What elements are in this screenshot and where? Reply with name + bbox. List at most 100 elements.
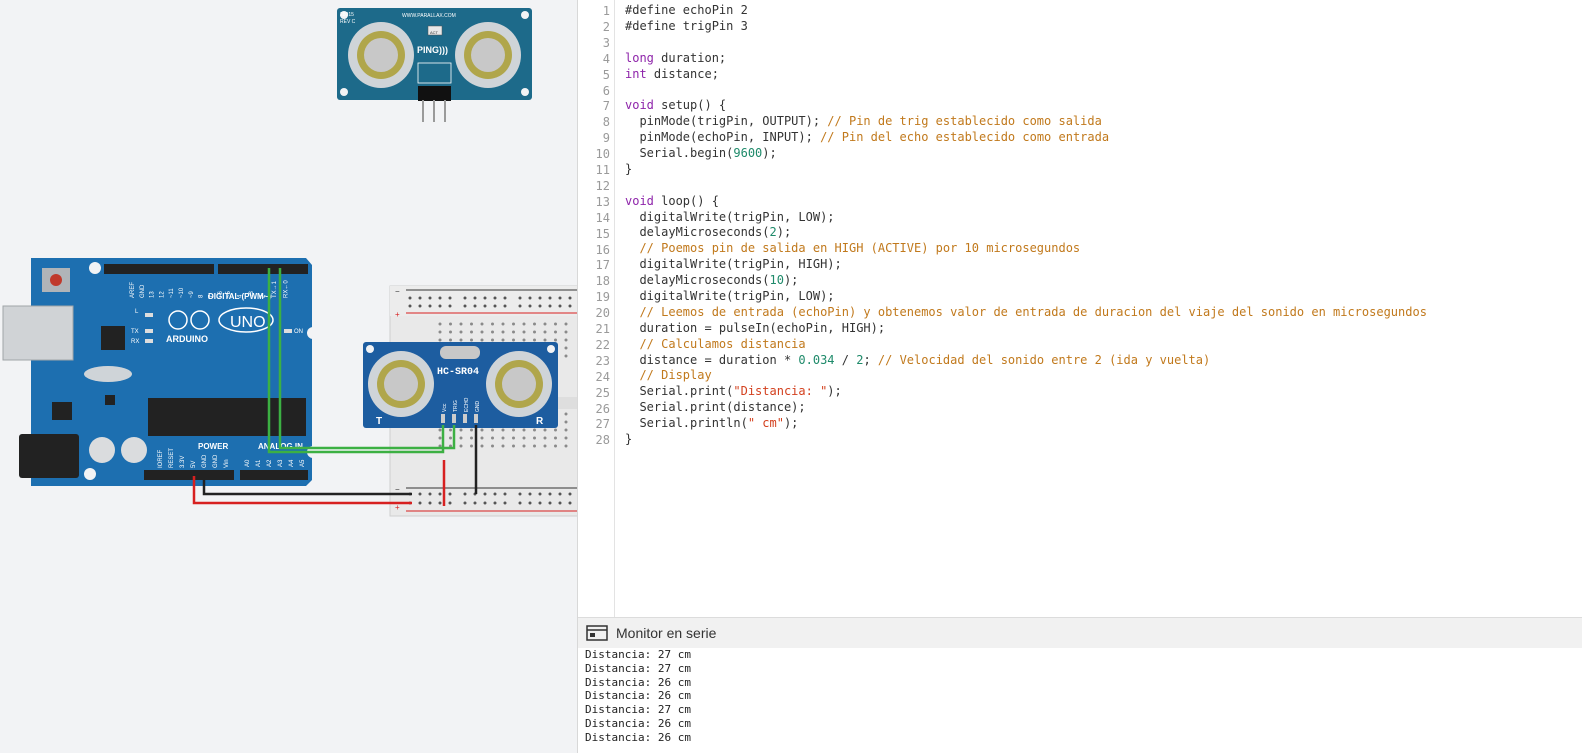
code-line[interactable]: duration = pulseIn(echoPin, HIGH);: [625, 321, 1427, 337]
breadboard-hole[interactable]: [522, 330, 526, 334]
circuit-svg[interactable]: 28015 REV C WWW.PARALLAX.COM ACT PING))): [0, 0, 577, 753]
code-line[interactable]: // Calculamos distancia: [625, 337, 1427, 353]
breadboard-hole[interactable]: [564, 428, 568, 432]
breadboard-hole[interactable]: [449, 428, 452, 432]
breadboard-hole[interactable]: [501, 444, 505, 448]
breadboard-hole[interactable]: [564, 436, 568, 440]
breadboard-hole[interactable]: [459, 330, 463, 334]
code-line[interactable]: // Leemos de entrada (echoPin) y obtenem…: [625, 305, 1427, 321]
breadboard-hole[interactable]: [564, 322, 568, 326]
code-line[interactable]: #define echoPin 2: [625, 3, 1427, 19]
breadboard-hole[interactable]: [491, 330, 494, 334]
breadboard-hole[interactable]: [480, 444, 484, 448]
breadboard-hole[interactable]: [533, 338, 536, 342]
code-line[interactable]: int distance;: [625, 67, 1427, 83]
breadboard-hole[interactable]: [564, 420, 568, 424]
breadboard-hole[interactable]: [522, 444, 526, 448]
breadboard-hole[interactable]: [449, 338, 452, 342]
code-line[interactable]: Serial.println(" cm");: [625, 416, 1427, 432]
breadboard-hole[interactable]: [449, 330, 452, 334]
breadboard-hole[interactable]: [564, 330, 568, 334]
breadboard-hole[interactable]: [491, 444, 494, 448]
breadboard-hole[interactable]: [470, 330, 473, 334]
breadboard-hole[interactable]: [512, 322, 515, 326]
breadboard-hole[interactable]: [480, 436, 484, 440]
breadboard-hole[interactable]: [480, 322, 484, 326]
breadboard-hole[interactable]: [438, 436, 442, 440]
breadboard-hole[interactable]: [564, 338, 568, 342]
breadboard-hole[interactable]: [522, 436, 526, 440]
breadboard-hole[interactable]: [501, 428, 505, 432]
breadboard-hole[interactable]: [459, 428, 463, 432]
code-line[interactable]: }: [625, 432, 1427, 448]
breadboard-hole[interactable]: [512, 338, 515, 342]
circuit-canvas[interactable]: 28015 REV C WWW.PARALLAX.COM ACT PING))): [0, 0, 577, 753]
breadboard-hole[interactable]: [470, 322, 473, 326]
breadboard-hole[interactable]: [480, 338, 484, 342]
breadboard-hole[interactable]: [491, 322, 494, 326]
code-line[interactable]: #define trigPin 3: [625, 19, 1427, 35]
breadboard-hole[interactable]: [491, 428, 494, 432]
breadboard-hole[interactable]: [533, 428, 536, 432]
breadboard-hole[interactable]: [438, 428, 442, 432]
code-line[interactable]: delayMicroseconds(2);: [625, 225, 1427, 241]
breadboard-hole[interactable]: [543, 444, 547, 448]
breadboard-hole[interactable]: [470, 436, 473, 440]
breadboard-hole[interactable]: [554, 436, 557, 440]
breadboard-hole[interactable]: [533, 322, 536, 326]
code-line[interactable]: }: [625, 162, 1427, 178]
breadboard-hole[interactable]: [533, 436, 536, 440]
code-line[interactable]: // Poemos pin de salida en HIGH (ACTIVE)…: [625, 241, 1427, 257]
breadboard-hole[interactable]: [480, 330, 484, 334]
breadboard-hole[interactable]: [554, 428, 557, 432]
hc-sr04-sensor[interactable]: HC-SR04 T R Vcc TRIG ECHO GND: [363, 342, 558, 428]
code-line[interactable]: distance = duration * 0.034 / 2; // Velo…: [625, 353, 1427, 369]
serial-monitor-output[interactable]: Distancia: 27 cm Distancia: 27 cm Distanci…: [578, 648, 1582, 753]
code-line[interactable]: pinMode(echoPin, INPUT); // Pin del echo…: [625, 130, 1427, 146]
breadboard-hole[interactable]: [512, 444, 515, 448]
breadboard-hole[interactable]: [543, 338, 547, 342]
breadboard-hole[interactable]: [543, 330, 547, 334]
breadboard-hole[interactable]: [522, 322, 526, 326]
breadboard-hole[interactable]: [554, 338, 557, 342]
breadboard-hole[interactable]: [522, 428, 526, 432]
ping-sensor[interactable]: 28015 REV C WWW.PARALLAX.COM ACT PING))): [337, 8, 532, 122]
breadboard-hole[interactable]: [512, 428, 515, 432]
breadboard-hole[interactable]: [449, 322, 452, 326]
breadboard-hole[interactable]: [533, 330, 536, 334]
breadboard-hole[interactable]: [438, 338, 442, 342]
breadboard-hole[interactable]: [554, 444, 557, 448]
code-area[interactable]: #define echoPin 2 #define trigPin 3 long …: [625, 3, 1427, 448]
code-line[interactable]: [625, 178, 1427, 194]
code-line[interactable]: pinMode(trigPin, OUTPUT); // Pin de trig…: [625, 114, 1427, 130]
breadboard-hole[interactable]: [449, 436, 452, 440]
code-editor[interactable]: 1 2 3 4 5 6 7 8 9 10 11 12 13 14 15 16 17 18 19 20 21 22 23 24 2…: [578, 0, 1582, 617]
code-line[interactable]: Serial.print(distance);: [625, 400, 1427, 416]
breadboard-hole[interactable]: [438, 330, 442, 334]
breadboard-hole[interactable]: [564, 444, 568, 448]
breadboard-hole[interactable]: [491, 338, 494, 342]
code-line[interactable]: // Display: [625, 368, 1427, 384]
breadboard-hole[interactable]: [470, 428, 473, 432]
breadboard-hole[interactable]: [564, 412, 568, 416]
breadboard-hole[interactable]: [554, 322, 557, 326]
breadboard-hole[interactable]: [470, 444, 473, 448]
breadboard-hole[interactable]: [543, 436, 547, 440]
code-line[interactable]: void loop() {: [625, 194, 1427, 210]
code-line[interactable]: Serial.print("Distancia: ");: [625, 384, 1427, 400]
breadboard-hole[interactable]: [459, 436, 463, 440]
code-line[interactable]: digitalWrite(trigPin, HIGH);: [625, 257, 1427, 273]
breadboard-hole[interactable]: [501, 338, 505, 342]
serial-monitor-header[interactable]: Monitor en serie: [578, 617, 1582, 649]
breadboard-hole[interactable]: [501, 436, 505, 440]
code-line[interactable]: digitalWrite(trigPin, LOW);: [625, 289, 1427, 305]
breadboard-hole[interactable]: [459, 338, 463, 342]
breadboard-hole[interactable]: [470, 338, 473, 342]
breadboard-hole[interactable]: [501, 330, 505, 334]
code-line[interactable]: void setup() {: [625, 98, 1427, 114]
breadboard-hole[interactable]: [554, 330, 557, 334]
breadboard-hole[interactable]: [533, 444, 536, 448]
code-line[interactable]: [625, 35, 1427, 51]
breadboard-hole[interactable]: [459, 444, 463, 448]
breadboard-hole[interactable]: [564, 346, 568, 350]
